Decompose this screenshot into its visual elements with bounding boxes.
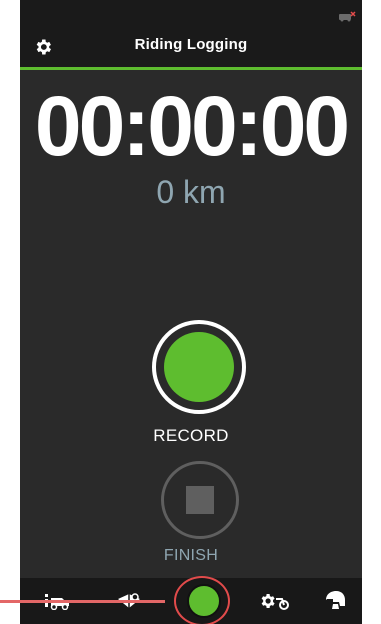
device-status-icon (339, 11, 356, 22)
app-frame: Riding Logging 00:00:00 0 km RECORD FINI… (20, 0, 362, 624)
helmet-icon (326, 591, 345, 609)
record-dot-icon (164, 332, 234, 402)
record-button[interactable] (152, 320, 246, 414)
stop-square-icon (186, 486, 214, 514)
nav-helmet[interactable] (312, 578, 358, 624)
bike-settings-icon (261, 594, 289, 610)
record-label: RECORD (153, 426, 229, 445)
distance-display: 0 km (156, 174, 226, 210)
nav-record[interactable] (174, 576, 230, 624)
finish-label: FINISH (163, 547, 219, 564)
nav-bike-settings[interactable] (252, 578, 298, 624)
app-header: Riding Logging (20, 0, 362, 70)
elapsed-time-display: 00:00:00 (34, 79, 350, 173)
finish-button[interactable] (161, 461, 239, 539)
page-title: Riding Logging (134, 36, 248, 53)
record-dot-icon (187, 584, 221, 618)
annotation-pointer (0, 600, 165, 603)
